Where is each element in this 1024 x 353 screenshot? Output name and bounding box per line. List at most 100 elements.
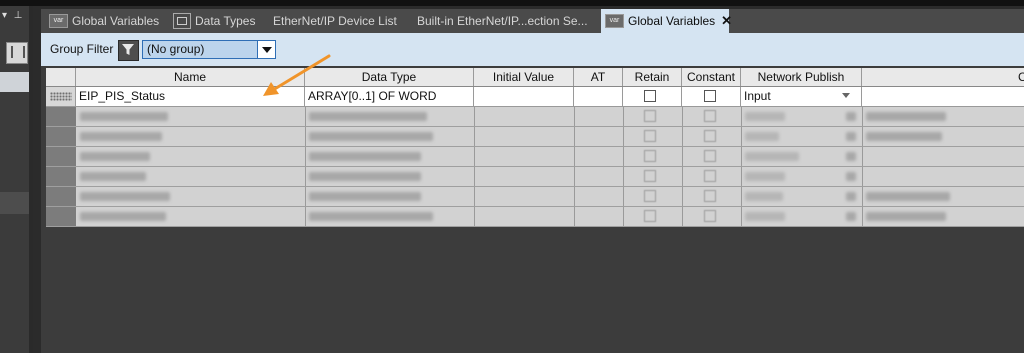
io-map-icon[interactable] bbox=[6, 42, 28, 64]
col-network-publish[interactable]: Network Publish bbox=[741, 68, 862, 86]
blurred-dropdown bbox=[846, 132, 856, 141]
table-row[interactable]: EIP_PIS_Status ARRAY[0..1] OF WORD Input bbox=[46, 87, 1024, 107]
tab-data-types[interactable]: Data Types bbox=[169, 9, 269, 33]
left-pane-selected-item[interactable] bbox=[0, 72, 29, 92]
blurred-checkbox bbox=[704, 110, 716, 122]
network-publish-select[interactable]: Input bbox=[741, 87, 862, 106]
blurred-checkbox bbox=[644, 190, 656, 202]
row-selector[interactable] bbox=[46, 187, 76, 206]
blurred-text bbox=[309, 172, 421, 181]
blurred-text bbox=[309, 152, 421, 161]
cell-at[interactable] bbox=[574, 87, 623, 106]
pane-splitter[interactable] bbox=[29, 6, 33, 353]
blurred-checkbox bbox=[704, 130, 716, 142]
blurred-text bbox=[309, 112, 427, 121]
blurred-text bbox=[866, 192, 950, 201]
left-docked-pane: ▾ ⊥ bbox=[0, 6, 33, 353]
tab-label: Built-in EtherNet/IP...ection Se... bbox=[417, 14, 588, 28]
blurred-text bbox=[309, 132, 433, 141]
filter-icon[interactable] bbox=[118, 40, 139, 61]
blurred-text bbox=[866, 112, 946, 121]
tab-label: Global Variables bbox=[628, 14, 716, 28]
network-publish-value: Input bbox=[744, 89, 771, 103]
col-comment-label: C bbox=[1018, 70, 1024, 84]
blurred-dropdown bbox=[846, 192, 856, 201]
tab-global-variables-active[interactable]: var Global Variables ✕ bbox=[601, 9, 732, 33]
table-row-blurred[interactable] bbox=[46, 167, 1024, 187]
table-header: Name Data Type Initial Value AT Retain C… bbox=[46, 68, 1024, 87]
col-constant[interactable]: Constant bbox=[682, 68, 741, 86]
blurred-text bbox=[866, 212, 946, 221]
blurred-checkbox bbox=[644, 110, 656, 122]
blurred-dropdown bbox=[846, 212, 856, 221]
table-row-blurred[interactable] bbox=[46, 127, 1024, 147]
annotation-arrow bbox=[263, 54, 331, 96]
blurred-text bbox=[80, 172, 146, 181]
blurred-dropdown bbox=[846, 172, 856, 181]
retain-checkbox[interactable] bbox=[644, 90, 656, 102]
constant-checkbox[interactable] bbox=[704, 90, 716, 102]
row-selector[interactable] bbox=[46, 147, 76, 166]
col-retain[interactable]: Retain bbox=[623, 68, 682, 86]
row-selector[interactable] bbox=[46, 207, 76, 226]
cell-initial-value[interactable] bbox=[474, 87, 574, 106]
tab-global-variables[interactable]: var Global Variables bbox=[45, 9, 169, 33]
row-selector-header[interactable] bbox=[46, 68, 76, 86]
tab-ethernetip-device-list[interactable]: EtherNet/IP Device List bbox=[269, 9, 413, 33]
table-row-blurred[interactable] bbox=[46, 107, 1024, 127]
blurred-dropdown bbox=[846, 152, 856, 161]
left-pane-item[interactable] bbox=[0, 192, 29, 214]
blurred-text bbox=[745, 172, 785, 181]
blurred-text bbox=[866, 132, 942, 141]
variables-table: Name Data Type Initial Value AT Retain C… bbox=[46, 68, 1024, 227]
chevron-down-icon[interactable] bbox=[842, 93, 850, 98]
blurred-checkbox bbox=[704, 150, 716, 162]
tab-bar: var Global Variables Data Types EtherNet/… bbox=[41, 9, 1024, 33]
pin-icon[interactable]: ▾ ⊥ bbox=[2, 10, 25, 21]
col-comment[interactable]: C bbox=[862, 68, 1024, 86]
tab-label: Data Types bbox=[195, 14, 256, 28]
table-row-blurred[interactable] bbox=[46, 147, 1024, 167]
group-filter-value: (No group) bbox=[147, 42, 205, 56]
var-icon: var bbox=[605, 13, 624, 28]
var-icon: var bbox=[49, 13, 68, 28]
blurred-checkbox bbox=[644, 130, 656, 142]
table-row-blurred[interactable] bbox=[46, 187, 1024, 207]
row-selector[interactable] bbox=[46, 107, 76, 126]
blurred-text bbox=[745, 132, 779, 141]
group-filter-bar: Group Filter (No group) bbox=[41, 33, 1024, 66]
blurred-text bbox=[80, 212, 166, 221]
blurred-checkbox bbox=[704, 210, 716, 222]
close-icon[interactable]: ✕ bbox=[721, 13, 732, 28]
group-filter-label: Group Filter bbox=[50, 42, 114, 56]
blurred-checkbox bbox=[644, 170, 656, 182]
cell-comment[interactable] bbox=[862, 87, 1024, 106]
datatype-icon bbox=[173, 12, 191, 29]
tab-builtin-ethernetip[interactable]: Built-in EtherNet/IP...ection Se... bbox=[413, 9, 603, 33]
row-grip bbox=[50, 92, 72, 101]
blurred-checkbox bbox=[704, 170, 716, 182]
top-strip bbox=[0, 0, 1024, 6]
row-selector[interactable] bbox=[46, 167, 76, 186]
blurred-dropdown bbox=[846, 112, 856, 121]
blurred-text bbox=[745, 152, 799, 161]
blurred-text bbox=[80, 132, 162, 141]
blurred-checkbox bbox=[644, 150, 656, 162]
blurred-text bbox=[309, 212, 433, 221]
tab-label: EtherNet/IP Device List bbox=[273, 14, 397, 28]
table-row-blurred[interactable] bbox=[46, 207, 1024, 227]
blurred-text bbox=[80, 112, 168, 121]
blurred-checkbox bbox=[644, 210, 656, 222]
blurred-text bbox=[745, 192, 783, 201]
col-initial-value[interactable]: Initial Value bbox=[474, 68, 574, 86]
tab-label: Global Variables bbox=[72, 14, 160, 28]
col-at[interactable]: AT bbox=[574, 68, 623, 86]
cell-constant bbox=[682, 87, 741, 106]
cell-retain bbox=[623, 87, 682, 106]
blurred-checkbox bbox=[704, 190, 716, 202]
row-selector[interactable] bbox=[46, 127, 76, 146]
blurred-text bbox=[745, 212, 785, 221]
row-selector[interactable] bbox=[46, 87, 76, 106]
blurred-text bbox=[309, 192, 421, 201]
global-variables-panel: Group Filter (No group) Name Data Type I… bbox=[41, 33, 1024, 353]
